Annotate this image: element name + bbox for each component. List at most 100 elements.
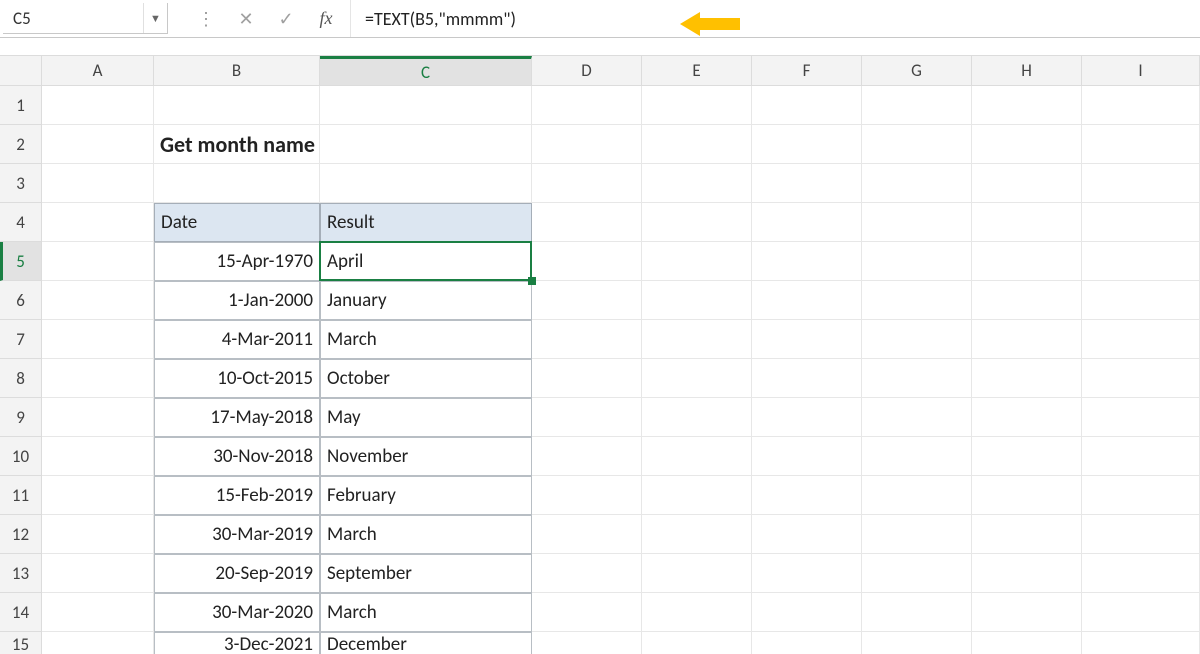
cell-E10[interactable] — [642, 437, 752, 476]
cell-I14[interactable] — [1082, 593, 1200, 632]
cell-F7[interactable] — [752, 320, 862, 359]
cell-I2[interactable] — [1082, 125, 1200, 164]
cell-C13[interactable]: September — [320, 554, 532, 593]
cell-E11[interactable] — [642, 476, 752, 515]
cell-C15[interactable]: December — [320, 632, 532, 654]
cell-H4[interactable] — [972, 203, 1082, 242]
cell-E2[interactable] — [642, 125, 752, 164]
cell-H13[interactable] — [972, 554, 1082, 593]
expand-formula-bar-icon[interactable]: ⋮ — [186, 0, 226, 37]
cell-G1[interactable] — [862, 86, 972, 125]
row-header-9[interactable]: 9 — [0, 398, 42, 437]
row-header-15[interactable]: 15 — [0, 632, 42, 654]
cell-B13[interactable]: 20-Sep-2019 — [154, 554, 320, 593]
cell-D8[interactable] — [532, 359, 642, 398]
cell-H1[interactable] — [972, 86, 1082, 125]
cell-G5[interactable] — [862, 242, 972, 281]
col-header-B[interactable]: B — [154, 56, 320, 86]
cell-D13[interactable] — [532, 554, 642, 593]
cell-B11[interactable]: 15-Feb-2019 — [154, 476, 320, 515]
cell-D15[interactable] — [532, 632, 642, 654]
cell-F11[interactable] — [752, 476, 862, 515]
cell-E4[interactable] — [642, 203, 752, 242]
cell-F5[interactable] — [752, 242, 862, 281]
cell-B6[interactable]: 1-Jan-2000 — [154, 281, 320, 320]
cell-D2[interactable] — [532, 125, 642, 164]
cell-I7[interactable] — [1082, 320, 1200, 359]
cell-G10[interactable] — [862, 437, 972, 476]
cell-H14[interactable] — [972, 593, 1082, 632]
cell-F12[interactable] — [752, 515, 862, 554]
row-header-12[interactable]: 12 — [0, 515, 42, 554]
cell-A2[interactable] — [42, 125, 154, 164]
cell-G2[interactable] — [862, 125, 972, 164]
col-header-D[interactable]: D — [532, 56, 642, 86]
cell-A14[interactable] — [42, 593, 154, 632]
cell-H6[interactable] — [972, 281, 1082, 320]
cell-A4[interactable] — [42, 203, 154, 242]
cell-D6[interactable] — [532, 281, 642, 320]
cell-H9[interactable] — [972, 398, 1082, 437]
cell-G7[interactable] — [862, 320, 972, 359]
cell-F6[interactable] — [752, 281, 862, 320]
cell-I9[interactable] — [1082, 398, 1200, 437]
col-header-F[interactable]: F — [752, 56, 862, 86]
cell-E13[interactable] — [642, 554, 752, 593]
cell-F3[interactable] — [752, 164, 862, 203]
cell-C6[interactable]: January — [320, 281, 532, 320]
cell-A5[interactable] — [42, 242, 154, 281]
cell-G14[interactable] — [862, 593, 972, 632]
cancel-icon[interactable]: ✕ — [226, 0, 266, 37]
cell-I5[interactable] — [1082, 242, 1200, 281]
cell-A13[interactable] — [42, 554, 154, 593]
cell-F15[interactable] — [752, 632, 862, 654]
row-header-14[interactable]: 14 — [0, 593, 42, 632]
cell-H8[interactable] — [972, 359, 1082, 398]
cell-E15[interactable] — [642, 632, 752, 654]
cell-I15[interactable] — [1082, 632, 1200, 654]
cell-G6[interactable] — [862, 281, 972, 320]
cell-G4[interactable] — [862, 203, 972, 242]
cell-F1[interactable] — [752, 86, 862, 125]
cell-E7[interactable] — [642, 320, 752, 359]
cell-G3[interactable] — [862, 164, 972, 203]
cell-F8[interactable] — [752, 359, 862, 398]
cell-E12[interactable] — [642, 515, 752, 554]
cell-B15[interactable]: 3-Dec-2021 — [154, 632, 320, 654]
col-header-G[interactable]: G — [862, 56, 972, 86]
cell-B2[interactable]: Get month name from date — [154, 125, 320, 164]
cell-F2[interactable] — [752, 125, 862, 164]
cell-A15[interactable] — [42, 632, 154, 654]
cell-I13[interactable] — [1082, 554, 1200, 593]
cell-B12[interactable]: 30-Mar-2019 — [154, 515, 320, 554]
cell-G8[interactable] — [862, 359, 972, 398]
cell-C11[interactable]: February — [320, 476, 532, 515]
row-header-5[interactable]: 5 — [0, 242, 42, 281]
fill-handle[interactable] — [528, 277, 536, 285]
cell-E14[interactable] — [642, 593, 752, 632]
cell-B7[interactable]: 4-Mar-2011 — [154, 320, 320, 359]
cell-C8[interactable]: October — [320, 359, 532, 398]
cell-A7[interactable] — [42, 320, 154, 359]
cell-D9[interactable] — [532, 398, 642, 437]
cell-H10[interactable] — [972, 437, 1082, 476]
cell-D10[interactable] — [532, 437, 642, 476]
cell-H5[interactable] — [972, 242, 1082, 281]
cell-F13[interactable] — [752, 554, 862, 593]
cell-A3[interactable] — [42, 164, 154, 203]
worksheet[interactable]: A B C D E F G H I 1 2 Get month name fro… — [0, 56, 1200, 654]
cell-C4[interactable]: Result — [320, 203, 532, 242]
row-header-11[interactable]: 11 — [0, 476, 42, 515]
cell-G12[interactable] — [862, 515, 972, 554]
cell-I10[interactable] — [1082, 437, 1200, 476]
cell-D3[interactable] — [532, 164, 642, 203]
cell-E3[interactable] — [642, 164, 752, 203]
cell-I8[interactable] — [1082, 359, 1200, 398]
cell-A10[interactable] — [42, 437, 154, 476]
enter-icon[interactable]: ✓ — [266, 0, 306, 37]
name-box-dropdown-icon[interactable]: ▼ — [143, 3, 167, 33]
cell-C7[interactable]: March — [320, 320, 532, 359]
cell-I4[interactable] — [1082, 203, 1200, 242]
cell-E9[interactable] — [642, 398, 752, 437]
cell-B3[interactable] — [154, 164, 320, 203]
